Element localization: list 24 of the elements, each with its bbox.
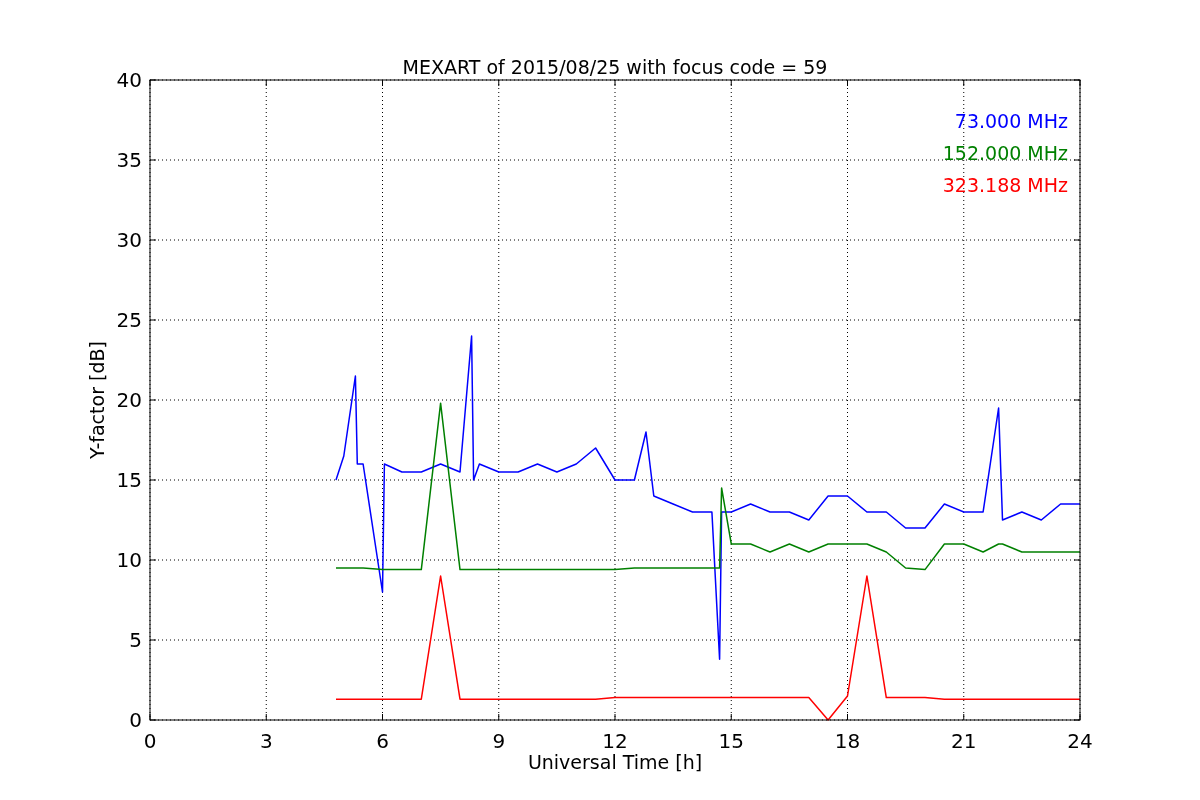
- y-tick-label: 15: [116, 468, 142, 492]
- x-tick-label: 12: [602, 729, 628, 753]
- y-tick-label: 0: [129, 708, 142, 732]
- y-tick-label: 5: [129, 628, 142, 652]
- x-tick-label: 15: [718, 729, 744, 753]
- y-tick-label: 40: [116, 68, 142, 92]
- y-axis-label: Y-factor [dB]: [86, 341, 108, 459]
- x-tick-label: 3: [259, 729, 273, 753]
- x-tick-label: 24: [1067, 729, 1093, 753]
- y-tick-label: 25: [116, 308, 142, 332]
- y-tick-label: 30: [116, 228, 142, 252]
- x-tick-label: 0: [143, 729, 157, 753]
- x-tick-label: 18: [834, 729, 861, 753]
- legend-label: 323.188 MHz: [942, 174, 1068, 196]
- y-tick-label: 10: [116, 548, 142, 572]
- y-tick-label: 20: [116, 388, 142, 412]
- legend-label: 152.000 MHz: [942, 142, 1068, 164]
- x-tick-label: 21: [951, 729, 977, 753]
- y-tick-label: 35: [116, 148, 142, 172]
- x-axis-label: Universal Time [h]: [527, 751, 703, 773]
- chart-title: MEXART of 2015/08/25 with focus code = 59: [402, 56, 828, 78]
- legend-label: 73.000 MHz: [954, 110, 1068, 132]
- x-tick-label: 6: [376, 729, 389, 753]
- x-tick-label: 9: [492, 729, 506, 753]
